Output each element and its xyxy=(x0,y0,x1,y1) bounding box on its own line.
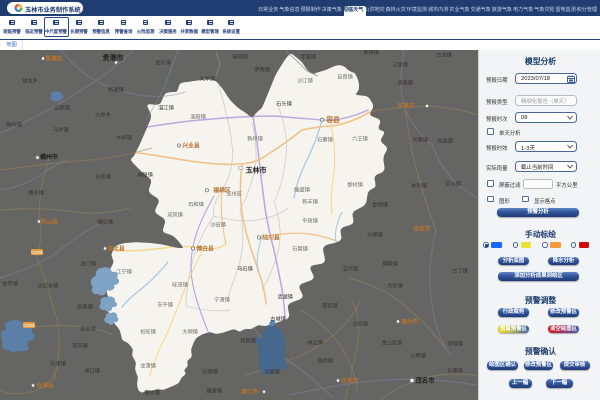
svg-text:江宁镇: 江宁镇 xyxy=(116,268,132,276)
svg-text:木梓镇: 木梓镇 xyxy=(116,134,132,142)
svg-text:麻垌镇: 麻垌镇 xyxy=(232,53,248,61)
svg-text:茂名市: 茂名市 xyxy=(414,376,435,385)
svg-text:湛江镇: 湛江镇 xyxy=(158,104,174,112)
svg-text:象棋镇: 象棋镇 xyxy=(363,50,379,56)
svg-text:武乐镇: 武乐镇 xyxy=(155,59,171,67)
svg-text:和寮镇: 和寮镇 xyxy=(240,337,256,345)
svg-text:G209: G209 xyxy=(23,323,35,328)
svg-text:石塘镇: 石塘镇 xyxy=(447,367,463,375)
svg-text:常乐镇: 常乐镇 xyxy=(72,342,88,350)
svg-text:泉水镇: 泉水镇 xyxy=(80,325,96,333)
svg-text:容县: 容县 xyxy=(326,115,340,124)
svg-text:横州市: 横州市 xyxy=(40,153,58,161)
svg-text:覃塘区: 覃塘区 xyxy=(45,55,63,63)
svg-text:石窝镇: 石窝镇 xyxy=(292,245,308,253)
svg-text:大井镇: 大井镇 xyxy=(387,282,403,290)
svg-text:新丰镇: 新丰镇 xyxy=(302,198,318,206)
svg-text:信宜市: 信宜市 xyxy=(413,225,431,233)
svg-text:伯劳镇: 伯劳镇 xyxy=(2,280,18,288)
svg-text:金垌镇: 金垌镇 xyxy=(372,201,388,209)
svg-text:化州市: 化州市 xyxy=(341,377,359,385)
svg-text:合浦县: 合浦县 xyxy=(36,382,54,390)
svg-text:大岭乡: 大岭乡 xyxy=(95,111,111,119)
svg-text:新圩镇: 新圩镇 xyxy=(247,135,263,143)
svg-text:马岭镇: 马岭镇 xyxy=(53,126,69,134)
svg-text:分界镇: 分界镇 xyxy=(367,231,383,239)
svg-text:乌石镇: 乌石镇 xyxy=(237,265,253,273)
svg-text:宝圩镇: 宝圩镇 xyxy=(342,265,358,273)
svg-text:永安镇: 永安镇 xyxy=(139,237,155,245)
svg-text:南乡镇: 南乡镇 xyxy=(28,189,44,197)
svg-text:双凤镇: 双凤镇 xyxy=(167,211,183,219)
svg-text:玉林市: 玉林市 xyxy=(246,166,267,175)
svg-text:城隍镇: 城隍镇 xyxy=(137,171,153,179)
svg-text:洛阳镇: 洛阳镇 xyxy=(190,113,206,121)
svg-text:沙田镇: 沙田镇 xyxy=(352,320,368,328)
svg-text:官桥镇: 官桥镇 xyxy=(317,357,333,365)
svg-text:旺茂镇: 旺茂镇 xyxy=(172,281,188,289)
svg-text:镇龙乡: 镇龙乡 xyxy=(22,77,38,85)
svg-text:福绵区: 福绵区 xyxy=(212,186,231,194)
svg-text:乐民镇: 乐民镇 xyxy=(95,173,111,181)
svg-text:石寨镇: 石寨镇 xyxy=(317,136,333,144)
svg-text:岑溪市: 岑溪市 xyxy=(397,102,415,110)
svg-text:陶圩镇: 陶圩镇 xyxy=(6,121,22,129)
svg-text:分界镇: 分界镇 xyxy=(410,352,426,360)
svg-text:宁潭镇: 宁潭镇 xyxy=(214,296,230,304)
svg-text:深镇镇: 深镇镇 xyxy=(447,340,463,348)
svg-text:大洋镇: 大洋镇 xyxy=(199,75,215,83)
svg-text:那务镇: 那务镇 xyxy=(322,302,338,310)
svg-text:龙潭镇: 龙潭镇 xyxy=(140,362,156,370)
svg-text:石和镇: 石和镇 xyxy=(188,200,204,208)
svg-text:石头镇: 石头镇 xyxy=(276,100,292,108)
svg-text:大隆镇: 大隆镇 xyxy=(412,136,428,144)
svg-text:新塘镇: 新塘镇 xyxy=(108,86,124,94)
svg-text:高州市: 高州市 xyxy=(401,318,419,326)
svg-text:林尘镇: 林尘镇 xyxy=(307,339,323,347)
svg-text:大垌镇: 大垌镇 xyxy=(182,328,198,336)
svg-text:茶山镇: 茶山镇 xyxy=(445,180,461,188)
svg-text:朱砂镇: 朱砂镇 xyxy=(411,182,427,190)
svg-text:罗秀镇: 罗秀镇 xyxy=(254,66,270,74)
svg-text:古丁镇: 古丁镇 xyxy=(452,267,468,275)
svg-text:古龙镇: 古龙镇 xyxy=(436,51,452,59)
svg-text:陆川县: 陆川县 xyxy=(262,234,280,242)
svg-text:贵港市: 贵港市 xyxy=(103,53,124,62)
svg-text:灵山县: 灵山县 xyxy=(40,218,58,226)
svg-text:G209: G209 xyxy=(31,250,43,255)
svg-text:黎村镇: 黎村镇 xyxy=(347,181,363,189)
svg-text:云表镇: 云表镇 xyxy=(54,104,70,112)
svg-text:石康镇: 石康镇 xyxy=(50,360,66,368)
svg-text:浦北县: 浦北县 xyxy=(107,245,125,253)
svg-text:三堡镇: 三堡镇 xyxy=(392,61,408,69)
svg-text:河唇镇: 河唇镇 xyxy=(264,368,280,376)
svg-text:张黄镇: 张黄镇 xyxy=(77,303,93,311)
svg-text:隆盛镇: 隆盛镇 xyxy=(294,186,310,194)
svg-text:松旺镇: 松旺镇 xyxy=(140,328,156,336)
svg-text:龙门镇: 龙门镇 xyxy=(80,260,96,268)
svg-text:寺面镇: 寺面镇 xyxy=(300,53,316,61)
svg-text:雅塘镇: 雅塘镇 xyxy=(206,387,222,395)
svg-text:波塘镇: 波塘镇 xyxy=(397,79,413,87)
svg-text:六王镇: 六王镇 xyxy=(352,135,368,143)
svg-text:镇隆镇: 镇隆镇 xyxy=(382,260,398,268)
svg-text:博白县: 博白县 xyxy=(196,245,214,253)
svg-text:沙田镇: 沙田镇 xyxy=(210,221,226,229)
svg-text:古城镇: 古城镇 xyxy=(270,315,286,323)
svg-text:白石水镇: 白石水镇 xyxy=(38,282,59,290)
svg-text:清湖镇: 清湖镇 xyxy=(277,293,293,301)
svg-text:高桥镇: 高桥镇 xyxy=(144,389,160,397)
svg-text:福旺镇: 福旺镇 xyxy=(97,218,113,226)
svg-text:石颈镇: 石颈镇 xyxy=(202,368,218,376)
svg-text:洲口镇: 洲口镇 xyxy=(84,367,100,375)
svg-text:廉江市: 廉江市 xyxy=(241,388,259,396)
svg-text:东平镇: 东平镇 xyxy=(157,301,173,309)
svg-text:金山街道: 金山街道 xyxy=(382,339,403,347)
svg-text:沙江镇: 沙江镇 xyxy=(297,77,313,85)
svg-text:加益镇: 加益镇 xyxy=(437,137,453,145)
svg-text:兴业县: 兴业县 xyxy=(182,142,200,150)
svg-text:自良镇: 自良镇 xyxy=(337,73,353,81)
svg-text:平政镇: 平政镇 xyxy=(302,217,318,225)
